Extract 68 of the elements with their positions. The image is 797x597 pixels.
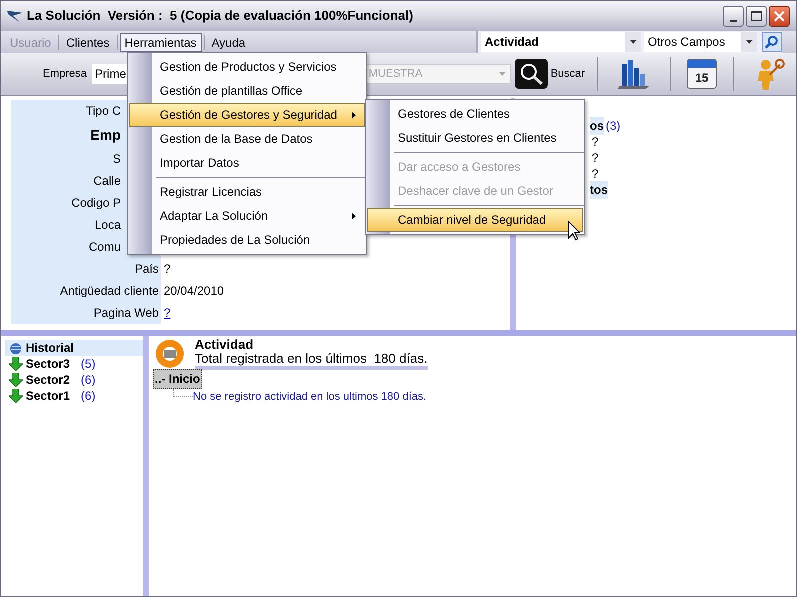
menu-item[interactable]: Gestores de Clientes <box>367 102 583 126</box>
menu-item[interactable]: Adaptar La Solución <box>129 204 365 228</box>
tree-node[interactable]: ..- Inicio <box>153 369 202 389</box>
menu-item[interactable]: Importar Datos <box>129 151 365 175</box>
down-arrow-icon <box>9 357 23 371</box>
field-label: Pagina Web <box>94 305 159 322</box>
window-title: La Solución Versión : 5 (Copia de evaluación 100%Funcional) <box>27 7 414 26</box>
bar-chart-icon[interactable] <box>616 58 652 90</box>
magnifier-icon <box>514 59 548 89</box>
down-arrow-icon <box>9 389 23 403</box>
tree-item[interactable]: Sector2 (6) <box>5 372 143 388</box>
tree-item[interactable]: Sector1 (6) <box>5 388 143 404</box>
activity-title: Actividad <box>195 338 255 352</box>
menu-item[interactable]: Cambiar nivel de Seguridad <box>367 208 583 232</box>
field-label: País <box>134 261 159 278</box>
field-label: Tipo C <box>86 103 121 120</box>
summary-text: ? <box>591 134 599 151</box>
field-label: Loca <box>94 217 121 234</box>
menu-item[interactable]: Sustituir Gestores en Clientes <box>367 126 583 150</box>
activity-message: No se registro actividad en los ultimos 180 días. <box>193 390 427 405</box>
field-value: ? <box>164 261 171 278</box>
dropdown-arrow-icon[interactable] <box>746 40 752 44</box>
menu-bar-item[interactable]: Clientes <box>61 32 115 52</box>
summary-text: ? <box>591 150 599 167</box>
ring-icon <box>153 338 187 370</box>
muestra-combo: MUESTRA <box>364 64 511 84</box>
activity-subtitle: Total registrada en los últimos 180 días. <box>195 352 428 370</box>
tree-count: (6) <box>81 388 96 405</box>
tree-item[interactable]: Sector3 (5) <box>5 356 143 372</box>
filter-combo[interactable]: Actividad <box>481 32 641 52</box>
menu-item[interactable]: Gestión de Gestores y Seguridad <box>129 103 365 127</box>
summary-count: (3) <box>606 118 621 135</box>
menu-item[interactable]: Propiedades de La Solución <box>129 228 365 252</box>
summary-text: ? <box>591 166 599 183</box>
summary-text: os <box>590 117 604 135</box>
field-label: Codigo P <box>72 195 121 212</box>
menu-bar-item[interactable]: Herramientas <box>120 32 202 52</box>
tree-item[interactable]: Historial <box>5 340 143 356</box>
submenu-arrow-icon <box>352 212 356 220</box>
menu-item[interactable]: Gestion de la Base de Datos <box>129 127 365 151</box>
down-arrow-icon <box>9 373 23 387</box>
field-value: 20/04/2010 <box>164 283 224 300</box>
menu-item[interactable]: Gestión de plantillas Office <box>129 79 365 103</box>
field-label: Calle <box>94 173 121 190</box>
menu-bar-item[interactable]: Ayuda <box>206 32 251 52</box>
app-logo-icon <box>7 9 23 23</box>
field-label: Emp <box>90 126 121 145</box>
buscar-button[interactable]: Buscar <box>514 56 592 92</box>
summary-text: tos <box>590 181 608 199</box>
filter-combo[interactable]: Otros Campos <box>644 32 757 52</box>
close-button[interactable] <box>769 6 790 26</box>
dropdown-arrow-icon[interactable] <box>630 40 636 44</box>
field-link[interactable]: ? <box>164 304 171 322</box>
menu-item[interactable]: Gestion de Productos y Servicios <box>129 55 365 79</box>
calendar-icon[interactable]: 15 <box>687 59 718 89</box>
field-label: Antigüedad cliente <box>60 283 159 300</box>
menu-item[interactable]: Registrar Licencias <box>129 180 365 204</box>
empresa-label: Empresa <box>43 66 88 82</box>
minimize-button[interactable] <box>723 6 744 26</box>
field-label: Comu <box>88 239 121 256</box>
search-button[interactable] <box>762 32 782 52</box>
globe-icon <box>9 341 23 355</box>
tree-count: (5) <box>81 356 96 373</box>
tree-count: (6) <box>81 372 96 389</box>
submenu-arrow-icon <box>352 112 356 118</box>
field-label: S <box>112 151 121 168</box>
maximize-button[interactable] <box>746 6 767 26</box>
close-icon <box>774 10 785 22</box>
